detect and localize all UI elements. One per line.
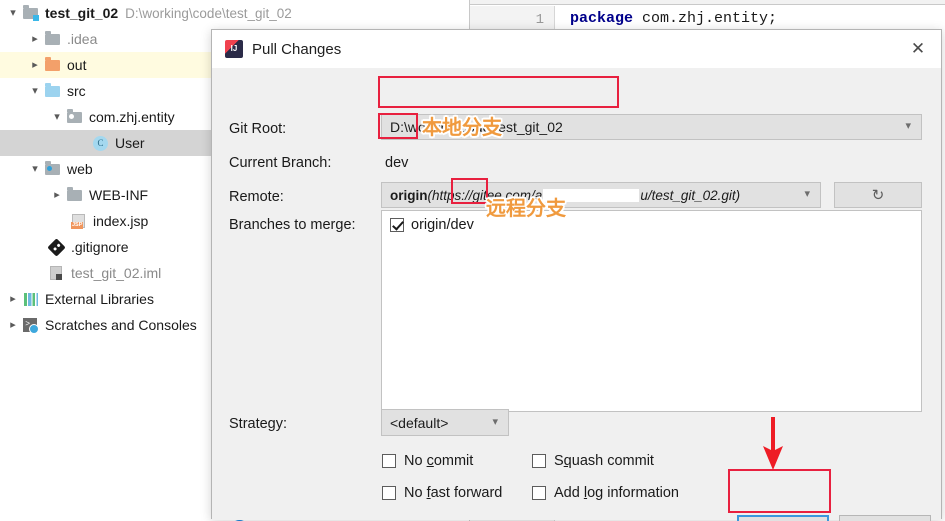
squash-commit-checkbox[interactable]: Squash commit <box>532 453 654 469</box>
git-file-icon <box>47 238 66 257</box>
tree-item-label: out <box>67 57 87 73</box>
checkbox-box[interactable] <box>382 454 396 468</box>
tree-item-label: .gitignore <box>71 239 129 255</box>
chevron-down-icon[interactable]: ▾ <box>48 111 66 123</box>
tree-item-path: D:\working\code\test_git_02 <box>125 5 292 21</box>
editor-tab-strip <box>470 0 945 5</box>
tree-item-label: test_git_02.iml <box>71 265 162 281</box>
chevron-right-icon[interactable]: ▸ <box>4 319 22 331</box>
folder-icon-blue <box>44 83 62 99</box>
folder-icon-grey <box>44 31 62 47</box>
folder-icon-grey <box>66 187 84 203</box>
branches-to-merge-list[interactable]: origin/dev <box>381 210 922 412</box>
jsp-file-icon <box>70 213 88 229</box>
checkbox-box[interactable] <box>532 454 546 468</box>
web-folder-icon <box>44 161 62 177</box>
chevron-down-icon[interactable]: ▾ <box>26 85 44 97</box>
remote-name: origin <box>390 187 428 203</box>
git-root-value: D:\working\code\test_git_02 <box>390 119 563 135</box>
chevron-down-icon: ▾ <box>492 415 498 428</box>
tree-item-label: External Libraries <box>45 291 154 307</box>
dialog-body: Git Root: D:\working\code\test_git_02 ▾ … <box>212 68 941 521</box>
git-root-label: Git Root: <box>229 121 287 137</box>
chevron-down-icon: ▾ <box>804 188 810 201</box>
tree-item-label: com.zhj.entity <box>89 109 175 125</box>
current-branch-label: Current Branch: <box>229 155 332 171</box>
strategy-combobox[interactable]: <default> ▾ <box>381 409 509 436</box>
checkbox-box[interactable] <box>532 486 546 500</box>
remote-url-prefix: (https://gitee.com/a <box>427 187 543 203</box>
pull-changes-dialog: Pull Changes ✕ Git Root: D:\working\code… <box>211 29 942 521</box>
tree-item-label: WEB-INF <box>89 187 149 203</box>
dialog-title: Pull Changes <box>252 40 342 58</box>
redacted-url-segment <box>543 188 640 202</box>
tree-item-label: index.jsp <box>93 213 149 229</box>
cancel-button[interactable]: Cancel <box>839 515 931 521</box>
strategy-value: <default> <box>390 414 449 431</box>
no-commit-checkbox[interactable]: No commit <box>382 453 473 469</box>
tree-item-label: Scratches and Consoles <box>45 317 197 333</box>
tree-item-label: .idea <box>67 31 98 47</box>
remote-combobox[interactable]: origin(https://gitee.com/a u/test_git_02.… <box>381 182 821 208</box>
scratches-icon: >_ <box>22 317 40 334</box>
java-class-icon: C <box>92 135 110 151</box>
tree-item-label: src <box>67 83 86 99</box>
chevron-down-icon[interactable]: ▾ <box>4 7 22 19</box>
tree-item-label: test_git_02 <box>45 5 119 21</box>
checkbox-box[interactable] <box>382 486 396 500</box>
chevron-right-icon[interactable]: ▸ <box>4 293 22 305</box>
checkbox-label: No fast forward <box>404 485 503 501</box>
no-fast-forward-checkbox[interactable]: No fast forward <box>382 485 502 501</box>
refresh-icon: ↻ <box>871 186 885 204</box>
current-branch-value: dev <box>385 155 409 171</box>
checkbox-label: Squash commit <box>554 453 654 469</box>
package-icon <box>66 109 84 125</box>
folder-icon-orange <box>44 57 62 73</box>
code-text: com.zhj.entity; <box>633 10 778 27</box>
remote-label: Remote: <box>229 189 284 205</box>
intellij-idea-icon <box>225 40 243 58</box>
pull-button[interactable]: Pull <box>737 515 829 521</box>
code-keyword: package <box>570 10 634 27</box>
branch-label-prefix: origin <box>411 217 447 233</box>
chevron-right-icon[interactable]: ▸ <box>26 59 44 71</box>
chevron-down-icon[interactable]: ▾ <box>26 163 44 175</box>
tree-item-label: web <box>67 161 93 177</box>
remote-value: origin(https://gitee.com/a u/test_git_02.… <box>390 188 740 203</box>
tree-item-label: User <box>115 135 145 151</box>
strategy-label: Strategy: <box>229 416 288 432</box>
checkbox-label: No commit <box>404 453 474 469</box>
add-log-information-checkbox[interactable]: Add log information <box>532 485 679 501</box>
checkbox-label: Add log information <box>554 485 679 501</box>
remote-url-suffix: u/test_git_02.git) <box>640 187 741 203</box>
close-icon[interactable]: ✕ <box>895 30 941 68</box>
branch-checkbox[interactable] <box>390 218 404 232</box>
tree-row[interactable]: ▾ test_git_02 D:\working\code\test_git_0… <box>0 0 469 26</box>
chevron-down-icon: ▾ <box>905 120 911 133</box>
refresh-button[interactable]: ↻ <box>834 182 922 208</box>
list-item[interactable]: origin/dev <box>382 211 921 233</box>
branches-to-merge-label: Branches to merge: <box>229 217 356 233</box>
dialog-title-bar: Pull Changes ✕ <box>212 30 941 68</box>
branch-label-suffix: /dev <box>446 217 474 233</box>
module-folder-icon <box>22 5 40 21</box>
chevron-right-icon[interactable]: ▸ <box>26 33 44 45</box>
git-root-combobox[interactable]: D:\working\code\test_git_02 ▾ <box>381 114 922 140</box>
screenshot-root: ▾ test_git_02 D:\working\code\test_git_0… <box>0 0 945 521</box>
chevron-right-icon[interactable]: ▸ <box>48 189 66 201</box>
editor-line-number: 1 <box>535 12 544 28</box>
editor-code-line: package com.zhj.entity; <box>570 10 777 27</box>
iml-file-icon <box>48 265 66 281</box>
libraries-icon <box>22 291 40 307</box>
